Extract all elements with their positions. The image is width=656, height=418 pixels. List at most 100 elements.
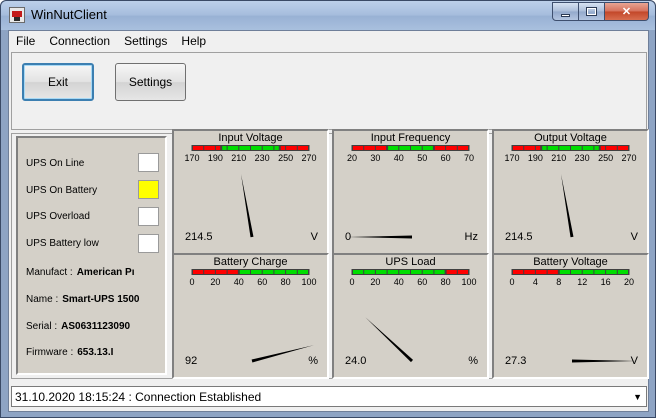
info-firmware: Firmware :653.13.I [26, 347, 114, 358]
gauge-tick-label: 190 [208, 153, 223, 163]
gauge-tick-label: 60 [441, 153, 451, 163]
gauge-needle [240, 173, 254, 238]
gauge-tick-label: 80 [281, 277, 291, 287]
gauge-value: 24.0 [345, 355, 367, 367]
gauge-zone [280, 146, 308, 150]
gauge-tick-label: 8 [556, 277, 561, 287]
gauge-tick-label: 270 [621, 153, 636, 163]
status-indicator-battery-low [138, 234, 159, 253]
gauge-tick-label: 40 [394, 277, 404, 287]
status-indicator-on-battery [138, 180, 159, 199]
gauge-zone [434, 146, 468, 150]
menu-file[interactable]: File [9, 31, 42, 51]
gauge-tick-label: 4 [533, 277, 538, 287]
gauge-unit: V [630, 355, 638, 367]
gauge-zone [353, 146, 387, 150]
status-indicator-overload [138, 207, 159, 226]
gauge-tick-label: 100 [301, 277, 316, 287]
main-panel: UPS On Line UPS On Battery UPS Overload … [11, 129, 649, 379]
gauge-unit: % [308, 355, 318, 367]
gauge-tick-label: 100 [461, 277, 476, 287]
gauge-tick-label: 0 [509, 277, 514, 287]
gauge-tick-label: 50 [417, 153, 427, 163]
title-bar[interactable]: WinNutClient ✕ [1, 1, 655, 30]
gauge-tick-label: 190 [528, 153, 543, 163]
ups-status-panel: UPS On Line UPS On Battery UPS Overload … [16, 136, 167, 375]
app-window: WinNutClient ✕ File Connection Settings … [0, 0, 656, 418]
gauge-tick-label: 210 [231, 153, 246, 163]
gauge-value: 92 [185, 355, 198, 367]
gauge-value: 27.3 [505, 355, 527, 367]
gauge-tick-label: 230 [255, 153, 270, 163]
status-label-battery-low: UPS Battery low [26, 238, 99, 249]
minimize-icon [561, 14, 570, 17]
gauge-tick-label: 170 [504, 153, 519, 163]
gauge-input-voltage: Input Voltage 170 190 210 230 250 270 214.5 V [172, 129, 329, 255]
client-area: File Connection Settings Help Exit Setti… [8, 30, 649, 412]
status-message: 31.10.2020 18:15:24 : Connection Establi… [15, 390, 262, 404]
gauge-tick-label: 0 [189, 277, 194, 287]
gauge-unit: V [310, 231, 318, 243]
info-name: Name : Smart-UPS 1500 [26, 294, 140, 305]
gauge-tick-label: 170 [184, 153, 199, 163]
gauge-tick-label: 60 [257, 277, 267, 287]
dropdown-arrow-icon[interactable]: ▼ [633, 392, 642, 402]
info-manufacturer: Manufact : American Pı [26, 267, 135, 278]
maximize-icon [586, 7, 597, 16]
menu-help[interactable]: Help [174, 31, 213, 51]
gauge-tick-label: 20 [370, 277, 380, 287]
gauge-zone [513, 146, 541, 150]
gauge-output-voltage: Output Voltage 170 190 210 230 250 270 214.5 V [492, 129, 649, 255]
gauge-unit: % [468, 355, 478, 367]
status-label-online: UPS On Line [26, 158, 85, 169]
gauge-needle [365, 317, 414, 363]
close-icon: ✕ [621, 6, 632, 18]
gauge-value: 214.5 [185, 231, 213, 243]
gauge-zone [193, 146, 221, 150]
status-label-overload: UPS Overload [26, 211, 90, 222]
gauge-tick-label: 16 [601, 277, 611, 287]
gauge-tick-label: 40 [394, 153, 404, 163]
gauge-tick-label: 250 [598, 153, 613, 163]
gauge-battery-charge: Battery Charge 0 20 40 60 80 100 92% [172, 253, 329, 379]
gauge-tick-label: 270 [301, 153, 316, 163]
app-icon[interactable] [9, 7, 25, 23]
window-title: WinNutClient [31, 7, 107, 22]
gauge-value: 0 [345, 231, 352, 243]
gauge-tick-label: 230 [575, 153, 590, 163]
gauge-tick-label: 20 [624, 277, 634, 287]
maximize-button[interactable] [579, 2, 605, 21]
gauge-tick-label: 20 [347, 153, 357, 163]
gauge-ups-load: UPS Load 0 20 40 60 80 100 24.0% [332, 253, 489, 379]
gauge-tick-label: 70 [464, 153, 474, 163]
status-indicator-online [138, 153, 159, 172]
gauge-unit: Hz [464, 231, 478, 243]
gauge-tick-label: 40 [234, 277, 244, 287]
status-bar[interactable]: 31.10.2020 18:15:24 : Connection Establi… [11, 386, 647, 407]
gauge-tick-label: 0 [349, 277, 354, 287]
gauge-tick-label: 210 [551, 153, 566, 163]
gauge-tick-label: 250 [278, 153, 293, 163]
menu-connection[interactable]: Connection [42, 31, 117, 51]
gauge-unit: V [630, 231, 638, 243]
gauge-input-frequency: Input Frequency 20 30 40 50 60 70 0 Hz [332, 129, 489, 255]
gauge-tick-label: 20 [210, 277, 220, 287]
gauge-battery-voltage: Battery Voltage 0 4 8 12 16 20 27.3 V [492, 253, 649, 379]
gauge-zone [600, 146, 628, 150]
gauge-tick-label: 60 [417, 277, 427, 287]
gauge-needle [560, 173, 574, 238]
gauge-value: 214.5 [505, 231, 533, 243]
gauge-needle [348, 235, 412, 239]
minimize-button[interactable] [552, 2, 579, 21]
gauge-needle [251, 345, 314, 363]
gauge-tick-label: 80 [441, 277, 451, 287]
menu-bar: File Connection Settings Help [9, 31, 648, 51]
exit-button[interactable]: Exit [22, 63, 94, 101]
close-button[interactable]: ✕ [605, 2, 649, 21]
status-label-on-battery: UPS On Battery [26, 185, 98, 196]
settings-button[interactable]: Settings [115, 63, 186, 101]
info-serial: Serial : AS0631123090 [26, 321, 131, 332]
gauge-tick-label: 12 [577, 277, 587, 287]
menu-settings[interactable]: Settings [117, 31, 174, 51]
gauge-needle [572, 359, 636, 363]
